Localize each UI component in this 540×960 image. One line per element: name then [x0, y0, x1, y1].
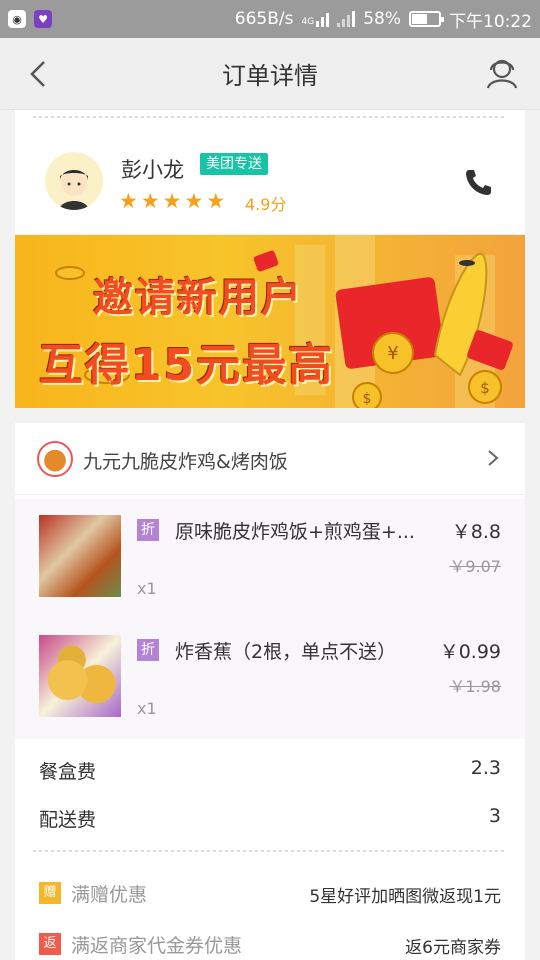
order-item: 折 炸香蕉（2根，单点不送） x1 ￥0.99 ￥1.98 — [15, 619, 525, 739]
star-icon: ★ — [206, 189, 226, 213]
star-icon: ★ — [119, 189, 138, 213]
svg-text:¥: ¥ — [387, 343, 398, 364]
fee-value: 3 — [488, 805, 501, 827]
gift-tag-icon: 赠 — [39, 882, 61, 904]
svg-text:$: $ — [363, 391, 372, 407]
packaging-fee-row: 餐盒费 2.3 — [15, 745, 525, 793]
page-title: 订单详情 — [222, 62, 318, 90]
discount-value: 返6元商家券 — [405, 938, 501, 958]
shop-logo — [37, 441, 73, 477]
item-price: ￥8.8 — [451, 521, 501, 543]
svg-text:$: $ — [480, 379, 490, 397]
promo-banner[interactable]: ¥ $ $ 邀请新用户 互得15元最高 — [15, 235, 525, 408]
banner-headline: 邀请新用户 — [93, 275, 303, 321]
status-bar: ◉ ♥ 665B/s 4G 58% 下午10:22 — [0, 0, 540, 38]
shop-header[interactable]: 九元九脆皮炸鸡&烤肉饭 — [15, 423, 525, 495]
discount-card: 赠 满赠优惠 5星好评加晒图微返现1元 返 满返商家代金券优惠 返6元商家券 — [15, 858, 525, 960]
fee-value: 2.3 — [470, 757, 501, 779]
discount-label: 满返商家代金券优惠 — [71, 935, 243, 957]
star-icon: ★ — [162, 189, 182, 213]
rating-stars: ★ ★ ★ ★ ★ — [119, 190, 225, 212]
network-speed: 665B/s — [234, 9, 294, 29]
fee-label: 配送费 — [39, 809, 97, 831]
discount-tag: 折 — [137, 639, 159, 661]
banner-subheadline: 互得15元最高 — [39, 340, 335, 391]
qq-icon: ◉ — [8, 10, 26, 28]
item-quantity: x1 — [137, 579, 157, 598]
discount-label: 满赠优惠 — [71, 884, 148, 906]
rider-card: 彭小龙 美团专送 ★ ★ ★ ★ ★ 4.9分 — [15, 118, 525, 234]
nav-bar: 订单详情 — [0, 38, 540, 110]
network-type: 4G — [301, 17, 315, 27]
item-name: 原味脆皮炸鸡饭+煎鸡蛋+... — [175, 521, 415, 543]
shield-icon: ♥ — [34, 10, 52, 28]
fee-label: 餐盒费 — [39, 761, 97, 783]
delivery-badge: 美团专送 — [200, 153, 268, 175]
customer-service-icon[interactable] — [482, 54, 522, 94]
rebate-tag-icon: 返 — [39, 933, 61, 955]
rider-name: 彭小龙 — [121, 158, 184, 182]
clock: 下午10:22 — [449, 11, 532, 32]
star-icon: ★ — [184, 189, 204, 213]
chevron-right-icon — [488, 450, 499, 466]
item-quantity: x1 — [137, 699, 157, 718]
battery-icon — [409, 11, 444, 27]
back-arrow-icon[interactable] — [20, 54, 60, 94]
item-image — [39, 635, 121, 717]
signal-4g-icon: 4G — [302, 11, 330, 27]
rider-avatar — [45, 152, 103, 210]
discount-value: 5星好评加晒图微返现1元 — [309, 887, 501, 907]
discount-row: 返 满返商家代金券优惠 返6元商家券 — [15, 921, 525, 960]
dashed-divider — [15, 844, 525, 858]
rider-rating: 4.9分 — [245, 195, 287, 214]
order-card: 九元九脆皮炸鸡&烤肉饭 折 原味脆皮炸鸡饭+煎鸡蛋+... x1 ￥8.8 ￥9… — [15, 423, 525, 844]
signal-icon — [337, 11, 356, 27]
item-image — [39, 515, 121, 597]
delivery-fee-row: 配送费 3 — [15, 793, 525, 841]
order-item: 折 原味脆皮炸鸡饭+煎鸡蛋+... x1 ￥8.8 ￥9.07 — [15, 499, 525, 619]
item-name: 炸香蕉（2根，单点不送） — [175, 641, 397, 663]
shop-name: 九元九脆皮炸鸡&烤肉饭 — [83, 451, 288, 473]
discount-tag: 折 — [137, 519, 159, 541]
item-price: ￥0.99 — [439, 641, 501, 663]
discount-row: 赠 满赠优惠 5星好评加晒图微返现1元 — [15, 870, 525, 920]
phone-icon[interactable] — [463, 166, 495, 198]
star-icon: ★ — [140, 189, 160, 213]
battery-percent: 58% — [363, 9, 401, 29]
item-original-price: ￥9.07 — [449, 557, 501, 576]
item-original-price: ￥1.98 — [449, 677, 501, 696]
